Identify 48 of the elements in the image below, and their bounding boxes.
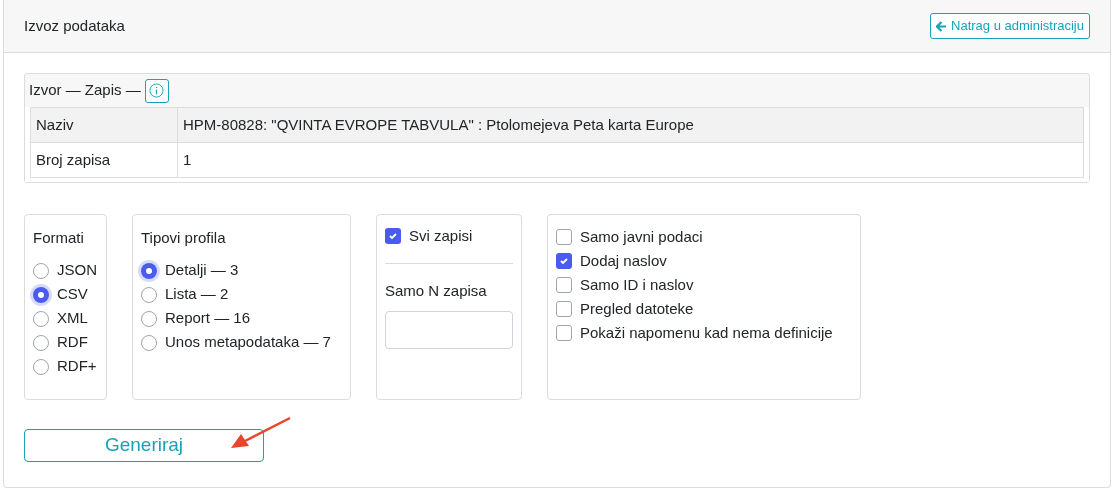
limit-input-field[interactable] xyxy=(385,310,513,349)
radio-button[interactable] xyxy=(141,286,157,303)
checkbox[interactable] xyxy=(556,253,572,269)
radio-label: Report — 16 xyxy=(165,308,251,329)
checkbox-label: Dodaj naslov xyxy=(580,250,667,271)
arrow-left-icon xyxy=(936,20,948,32)
checkbox[interactable] xyxy=(556,325,572,341)
checkbox[interactable] xyxy=(556,229,572,245)
info-icon xyxy=(149,83,165,98)
checkbox-label: Samo javni podaci xyxy=(580,226,703,247)
back-button[interactable]: Natrag u administraciju xyxy=(930,13,1090,39)
radio-button[interactable] xyxy=(33,310,49,327)
checkbox[interactable] xyxy=(556,277,572,293)
table-cell: 1 xyxy=(177,142,1084,178)
radio-label: Unos metapodataka — 7 xyxy=(165,332,331,353)
generate-button[interactable]: Generiraj xyxy=(24,429,264,462)
page-title: Izvoz podataka xyxy=(24,15,125,36)
radio-button[interactable] xyxy=(33,262,49,279)
checkmark-icon xyxy=(388,231,398,241)
table-cell: Naziv xyxy=(30,107,178,143)
radio-button[interactable] xyxy=(33,286,49,303)
info-button[interactable] xyxy=(144,78,169,103)
radio-button[interactable] xyxy=(141,310,157,327)
annotation-arrow xyxy=(229,416,293,450)
radio-button[interactable] xyxy=(33,334,49,351)
radio-label: RDF+ xyxy=(57,356,97,377)
radio-label: RDF xyxy=(57,332,88,353)
checkbox[interactable] xyxy=(556,301,572,317)
checkbox-label: Pokaži napomenu kad nema definicije xyxy=(580,322,833,343)
group-title: Tipovi profila xyxy=(141,228,227,248)
radio-label: XML xyxy=(57,308,88,329)
radio-label: CSV xyxy=(57,284,88,305)
table-cell: HPM-80828: "QVINTA EVROPE TABVULA" : Ptolomejeva Peta karta Europe xyxy=(177,107,1084,143)
field-label: Samo N zapisa xyxy=(385,281,488,301)
checkbox-label: Pregled datoteke xyxy=(580,298,694,319)
radio-button[interactable] xyxy=(141,334,157,351)
checkbox-label: Samo ID i naslov xyxy=(580,274,694,295)
table-cell: Broj zapisa xyxy=(30,142,178,178)
radio-label: Detalji — 3 xyxy=(165,260,239,281)
group-title: Formati xyxy=(33,228,85,248)
radio-label: Lista — 2 xyxy=(165,284,229,305)
radio-button[interactable] xyxy=(141,262,157,279)
radio-button[interactable] xyxy=(33,358,49,375)
radio-label: JSON xyxy=(57,260,97,281)
panel-title: Izvor — Zapis — xyxy=(29,80,141,101)
checkbox-label: Svi zapisi xyxy=(409,225,473,246)
checkbox[interactable] xyxy=(385,228,401,244)
checkmark-icon xyxy=(559,256,569,266)
